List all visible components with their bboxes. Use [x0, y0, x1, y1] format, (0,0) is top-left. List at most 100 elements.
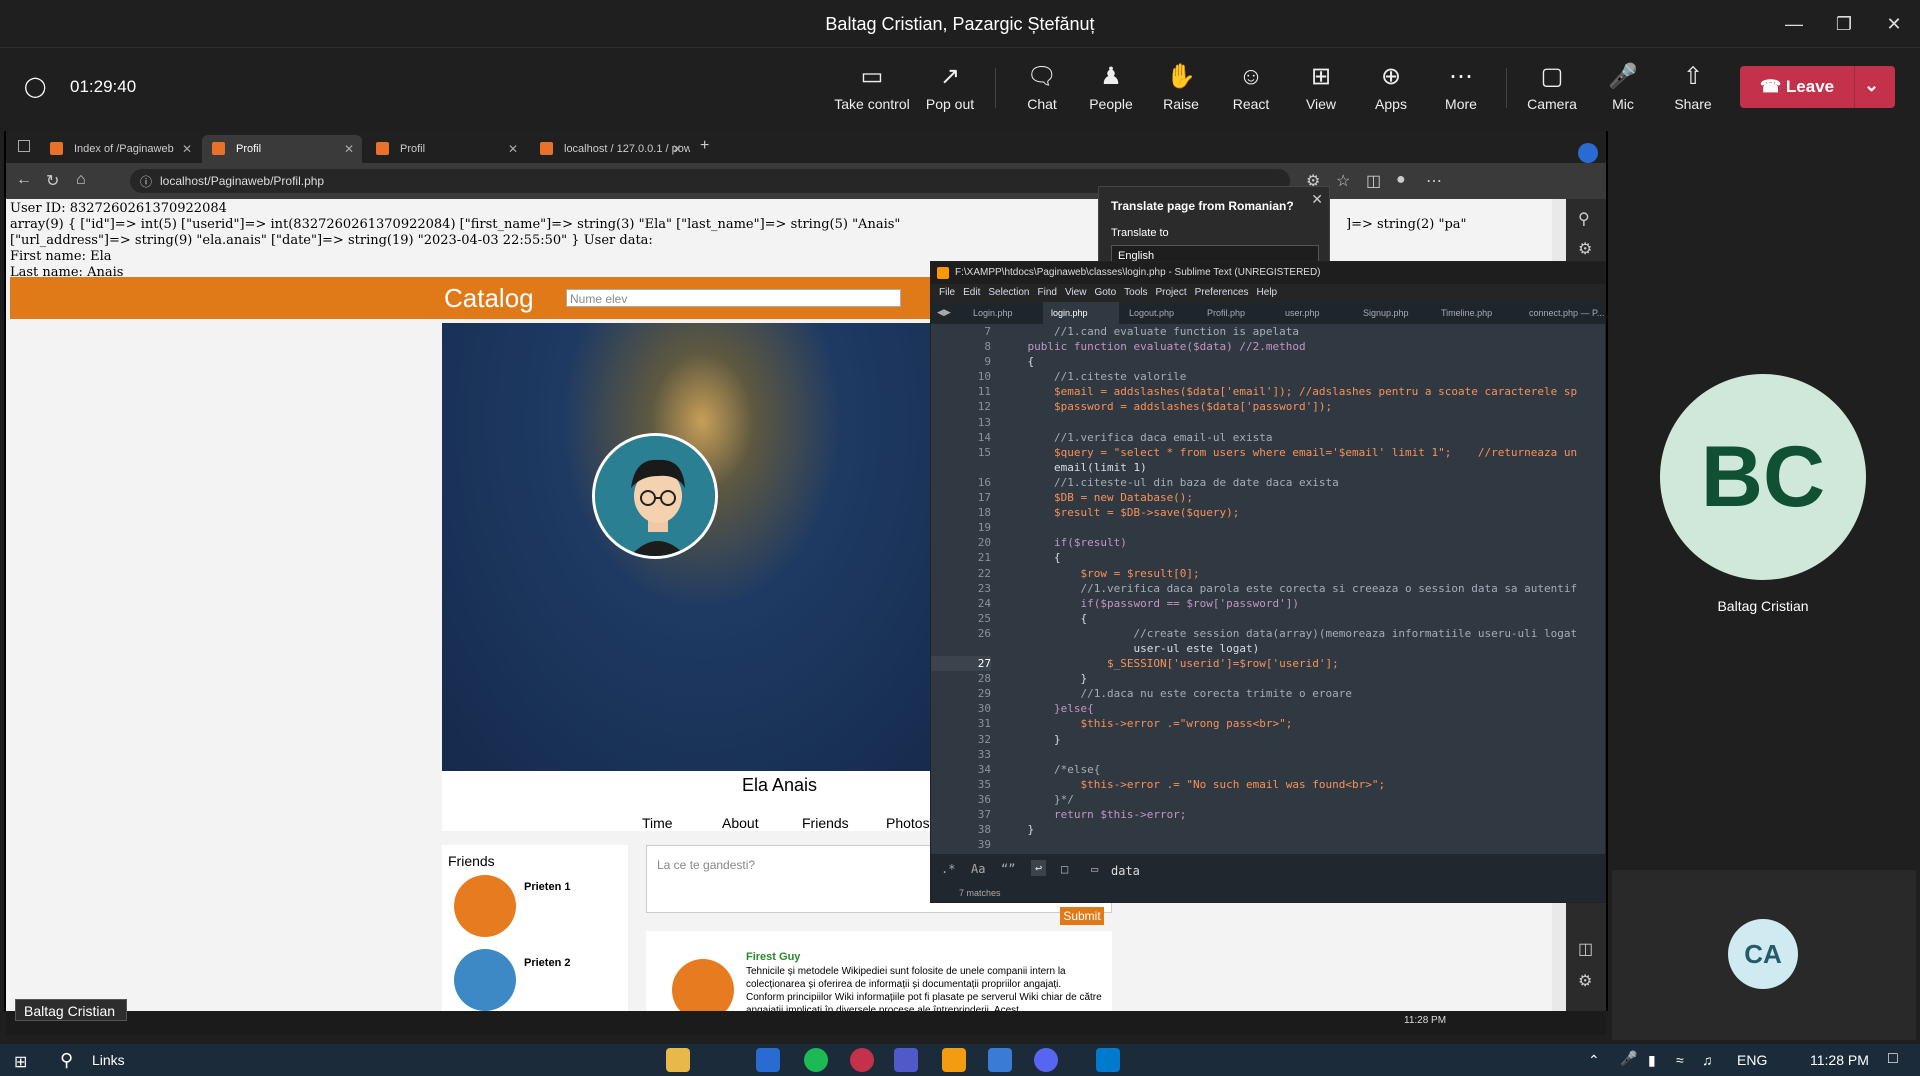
back-icon[interactable]: ← — [16, 171, 32, 189]
close-tab-icon[interactable]: ✕ — [182, 142, 192, 156]
windows-start-icon[interactable]: ⊞ — [14, 1052, 27, 1072]
app-icon[interactable] — [988, 1048, 1012, 1072]
menu-goto[interactable]: Goto — [1094, 287, 1116, 298]
browser-tab[interactable]: Index of /Paginaweb ✕ — [40, 135, 200, 163]
tab-nav-icon[interactable]: ◀▶ — [937, 307, 951, 318]
language-indicator[interactable]: ENG — [1737, 1052, 1767, 1068]
store-icon[interactable] — [756, 1048, 780, 1072]
collections-icon[interactable]: ◫ — [1366, 171, 1381, 191]
word-toggle-icon[interactable]: “” — [1001, 862, 1015, 876]
menu-tools[interactable]: Tools — [1124, 287, 1147, 298]
close-icon[interactable]: ✕ — [1311, 191, 1323, 208]
file-explorer-icon[interactable] — [666, 1048, 690, 1072]
pop-out-button[interactable]: ↗ Pop out — [912, 62, 988, 112]
mic-icon[interactable]: 🎤 — [1620, 1050, 1637, 1067]
post-author[interactable]: Firest Guy — [746, 951, 800, 963]
search-input[interactable]: Nume elev — [566, 289, 901, 307]
people-button[interactable]: ♟ People — [1073, 62, 1149, 112]
menu-edit[interactable]: Edit — [963, 287, 980, 298]
close-tab-icon[interactable]: ✕ — [344, 142, 354, 156]
editor-tab[interactable]: Timeline.php — [1433, 302, 1519, 324]
profile-link-photos[interactable]: Photos — [886, 815, 930, 831]
close-tab-icon[interactable]: ✕ — [672, 142, 682, 156]
react-button[interactable]: ☺ React — [1213, 62, 1289, 112]
minimize-icon[interactable]: — — [1780, 10, 1808, 38]
participant-avatar[interactable]: CA — [1728, 919, 1798, 989]
browser-tab-active[interactable]: Profil ✕ — [202, 135, 362, 163]
code-editor[interactable]: //1.cand evaluate function is apelata pu… — [1001, 324, 1605, 846]
in-selection-icon[interactable]: □ — [1061, 862, 1068, 876]
sidebar-toggle-icon[interactable]: ◫ — [1578, 939, 1593, 959]
taskbar-search-label[interactable]: Links — [92, 1052, 125, 1068]
friend-name[interactable]: Prieten 2 — [524, 957, 570, 969]
menu-find[interactable]: Find — [1038, 287, 1057, 298]
menu-ellipsis-icon[interactable]: ⋯ — [1426, 171, 1442, 191]
apps-button[interactable]: ⊕ Apps — [1353, 62, 1429, 112]
profile-link-time[interactable]: Time — [642, 815, 673, 831]
friend-avatar[interactable] — [454, 949, 516, 1011]
catalog-title[interactable]: Catalog — [444, 283, 534, 314]
home-icon[interactable]: ⌂ — [76, 171, 86, 189]
bing-icon[interactable] — [1578, 143, 1598, 163]
profile-link-about[interactable]: About — [722, 815, 759, 831]
share-button[interactable]: ⇧ Share — [1655, 62, 1731, 112]
editor-tab[interactable]: user.php — [1277, 302, 1353, 324]
more-button[interactable]: ⋯ More — [1423, 62, 1499, 112]
editor-tab[interactable]: Login.php — [965, 302, 1041, 324]
discord-icon[interactable] — [1034, 1048, 1058, 1072]
battery-icon[interactable]: ▮ — [1648, 1052, 1656, 1069]
participant-avatar[interactable]: BC — [1660, 374, 1866, 580]
volume-icon[interactable]: ♫ — [1702, 1052, 1713, 1068]
search-icon[interactable]: ⚲ — [60, 1050, 73, 1071]
view-button[interactable]: ⊞ View — [1283, 62, 1359, 112]
friend-avatar[interactable] — [454, 875, 516, 937]
refresh-icon[interactable]: ↻ — [46, 171, 59, 191]
spotify-icon[interactable] — [804, 1048, 828, 1072]
editor-tab-active[interactable]: login.php — [1043, 302, 1119, 324]
menu-help[interactable]: Help — [1257, 287, 1278, 298]
chat-button[interactable]: 🗨 Chat — [1004, 62, 1080, 112]
notifications-icon[interactable]: □ — [1888, 1050, 1898, 1068]
tab-actions-icon[interactable] — [18, 140, 30, 152]
leave-button[interactable]: ☎ Leave ⌄ — [1740, 66, 1895, 108]
raise-hand-button[interactable]: ✋ Raise — [1143, 62, 1219, 112]
opera-icon[interactable] — [850, 1048, 874, 1072]
wrap-toggle-icon[interactable]: ↩ — [1031, 860, 1047, 876]
profile-icon[interactable]: ● — [1396, 171, 1406, 189]
menu-project[interactable]: Project — [1156, 287, 1187, 298]
new-tab-icon[interactable]: + — [700, 137, 709, 155]
camera-button[interactable]: ▢ Camera — [1514, 62, 1590, 112]
editor-tab[interactable]: Logout.php — [1121, 302, 1197, 324]
menu-selection[interactable]: Selection — [988, 287, 1029, 298]
find-input[interactable]: data — [1111, 860, 1603, 882]
editor-tab[interactable]: Signup.php — [1355, 302, 1431, 324]
case-toggle-icon[interactable]: Aa — [971, 862, 985, 876]
browser-tab[interactable]: localhost / 127.0.0.1 / powerweb✕ — [530, 135, 690, 163]
close-icon[interactable]: ✕ — [1880, 10, 1908, 38]
regex-toggle-icon[interactable]: .* — [941, 862, 955, 876]
profile-link-friends[interactable]: Friends — [802, 815, 849, 831]
highlight-icon[interactable]: ▭ — [1091, 862, 1098, 876]
search-icon[interactable]: ⚲ — [1578, 209, 1590, 229]
menu-view[interactable]: View — [1065, 287, 1087, 298]
take-control-button[interactable]: ▭ Take control — [834, 62, 910, 112]
menu-preferences[interactable]: Preferences — [1195, 287, 1249, 298]
system-clock[interactable]: 11:28 PM — [1810, 1052, 1869, 1068]
wifi-icon[interactable]: ≈ — [1676, 1052, 1684, 1068]
submit-button[interactable]: Submit — [1060, 907, 1104, 925]
sublime-icon[interactable] — [942, 1048, 966, 1072]
mic-button[interactable]: 🎤 Mic — [1585, 62, 1661, 112]
restore-icon[interactable]: ❐ — [1830, 10, 1858, 38]
browser-tab[interactable]: Profil ✕ — [366, 135, 526, 163]
tools-icon[interactable]: ⚙ — [1578, 239, 1592, 259]
friend-name[interactable]: Prieten 1 — [524, 881, 570, 893]
teams-icon[interactable] — [894, 1048, 918, 1072]
editor-tab[interactable]: Profil.php — [1199, 302, 1275, 324]
close-tab-icon[interactable]: ✕ — [508, 142, 518, 156]
favorites-icon[interactable]: ☆ — [1336, 171, 1350, 191]
tray-chevron-icon[interactable]: ⌃ — [1588, 1052, 1600, 1069]
chevron-down-icon[interactable]: ⌄ — [1864, 75, 1879, 96]
profile-avatar[interactable] — [592, 433, 718, 559]
vscode-icon[interactable] — [1096, 1048, 1120, 1072]
settings-icon[interactable]: ⚙ — [1578, 971, 1592, 991]
